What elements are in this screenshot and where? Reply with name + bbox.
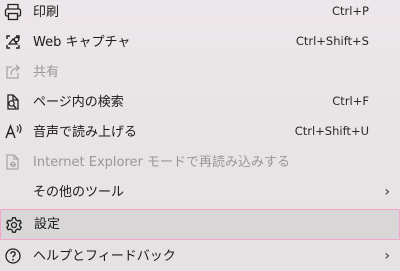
menu-item-help-feedback[interactable]: ヘルプとフィードバック ›: [0, 241, 400, 271]
menu-item-find-in-page[interactable]: ページ内の検索 Ctrl+F: [0, 87, 400, 117]
menu-item-label: Internet Explorer モードで再読み込みする: [33, 154, 291, 170]
menu-item-label: 設定: [34, 217, 61, 232]
shortcut-text: Ctrl+Shift+S: [295, 34, 369, 49]
menu-item-more-tools[interactable]: その他のツール ›: [0, 177, 400, 207]
find-in-page-icon: [3, 92, 23, 112]
menu-item-label: ヘルプとフィードバック: [33, 248, 176, 264]
menu-item-label: その他のツール: [33, 184, 125, 200]
menu-item-settings[interactable]: 設定: [0, 209, 400, 240]
ie-mode-icon: [3, 152, 23, 172]
chevron-right-icon: ›: [384, 248, 390, 264]
printer-icon: [3, 2, 23, 22]
menu-item-read-aloud[interactable]: 音声で読み上げる Ctrl+Shift+U: [0, 117, 400, 147]
shortcut-text: Ctrl+P: [331, 4, 369, 19]
shortcut-text: Ctrl+Shift+U: [294, 124, 369, 139]
chevron-right-icon: ›: [384, 184, 390, 200]
context-menu: 印刷 Ctrl+P Web キャプチャ Ctrl+Shift+S 共有 ページ内…: [0, 0, 400, 271]
menu-item-share[interactable]: 共有: [0, 57, 400, 87]
menu-item-label: Web キャプチャ: [33, 34, 131, 50]
menu-item-label: 印刷: [33, 4, 60, 20]
menu-item-web-capture[interactable]: Web キャプチャ Ctrl+Shift+S: [0, 27, 400, 57]
menu-item-label: 音声で読み上げる: [33, 124, 138, 140]
web-capture-icon: [3, 32, 23, 52]
menu-item-print[interactable]: 印刷 Ctrl+P: [0, 0, 400, 27]
share-icon: [3, 62, 23, 82]
help-icon: [3, 246, 23, 266]
read-aloud-icon: [3, 122, 23, 142]
shortcut-text: Ctrl+F: [332, 94, 369, 109]
menu-item-ie-mode[interactable]: Internet Explorer モードで再読み込みする: [0, 147, 400, 177]
gear-icon: [4, 215, 24, 235]
menu-item-label: ページ内の検索: [33, 94, 124, 110]
menu-item-label: 共有: [33, 64, 60, 80]
